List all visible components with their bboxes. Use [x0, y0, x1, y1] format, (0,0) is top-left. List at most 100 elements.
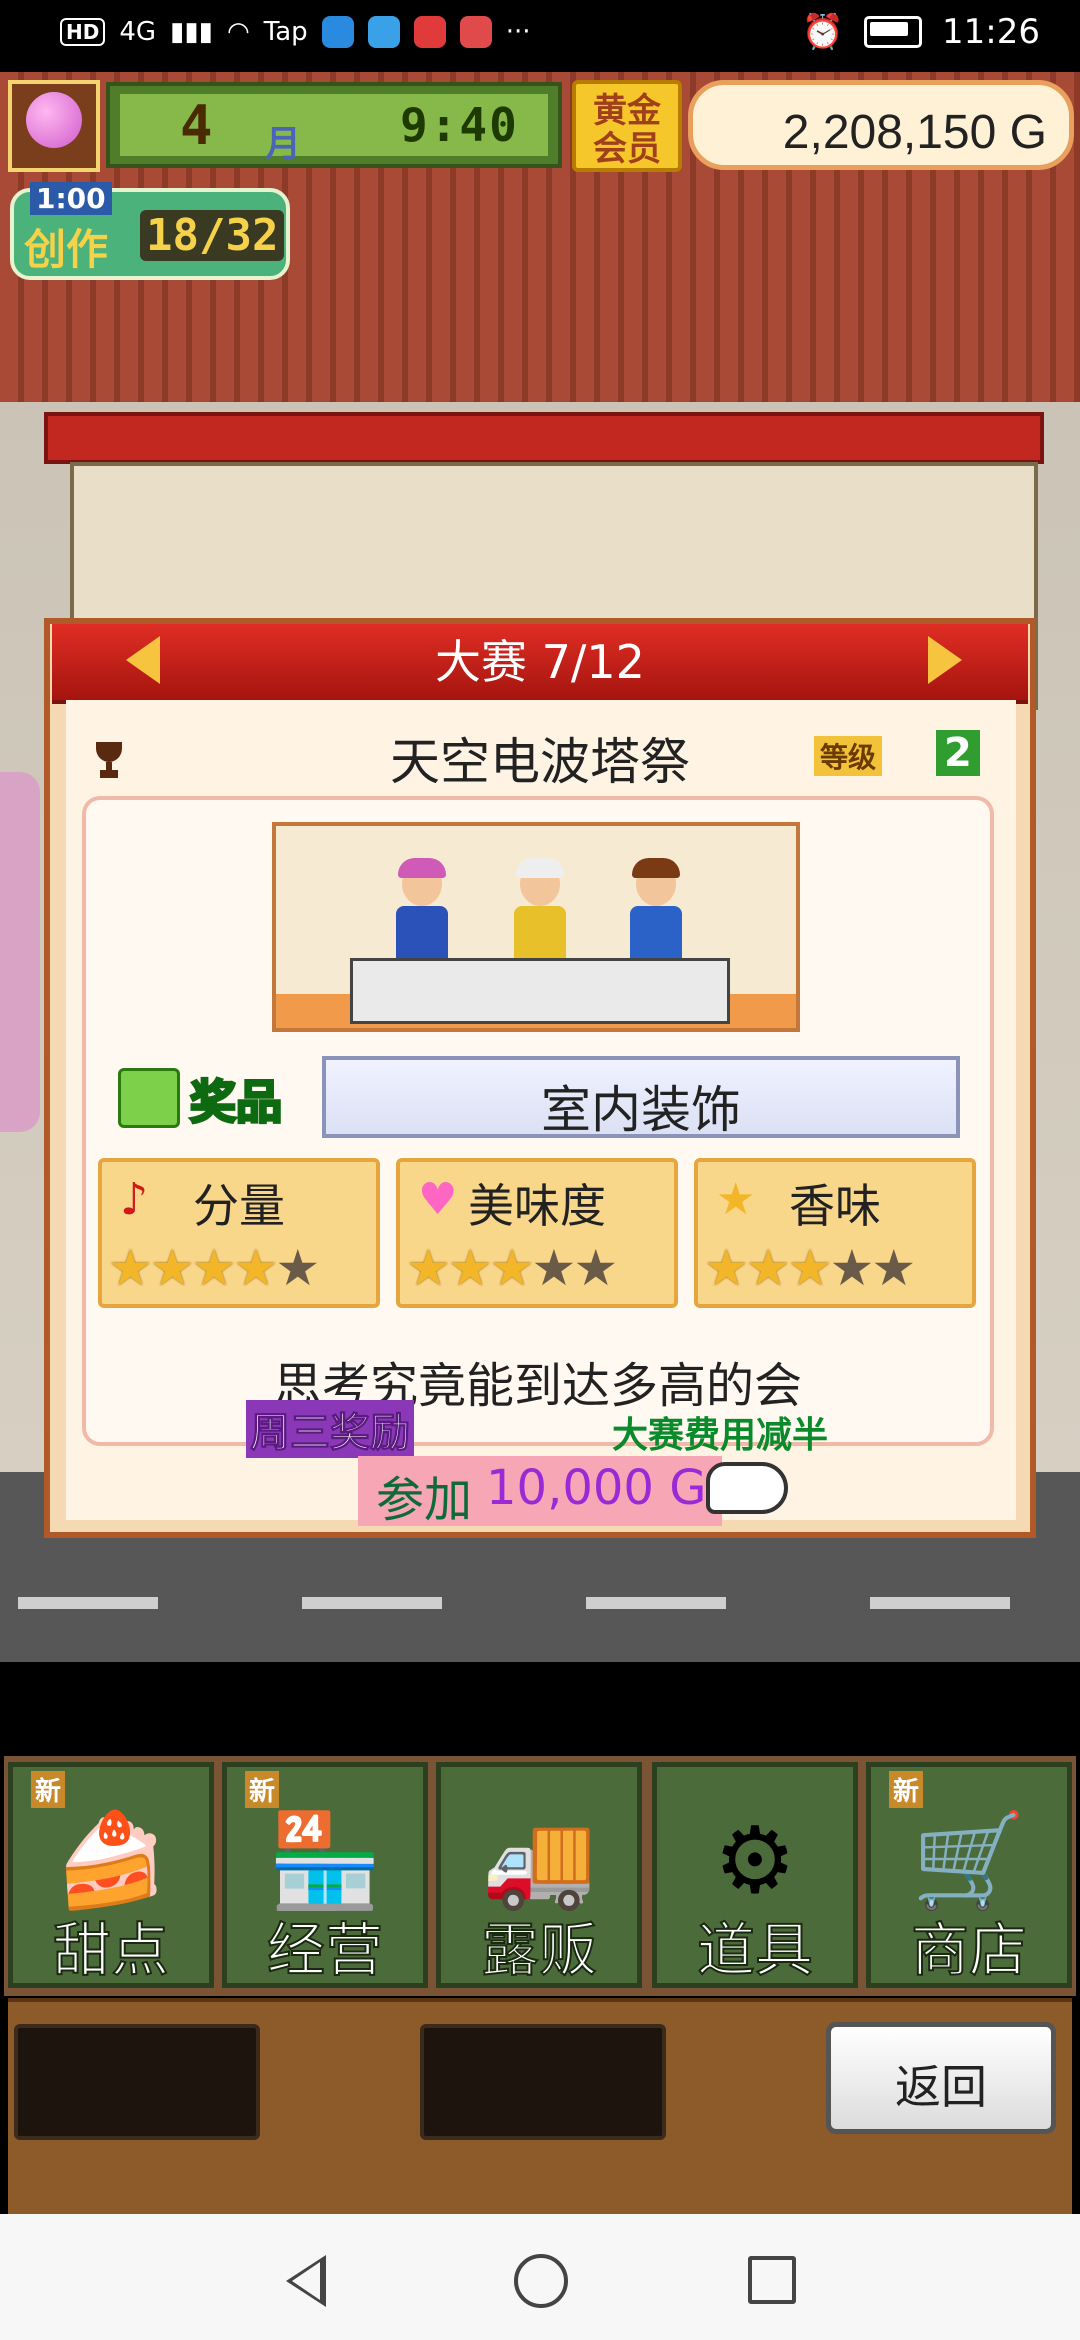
join-fee[interactable]: 10,000 G — [486, 1460, 706, 1516]
network-indicator: 4G — [119, 17, 157, 47]
stat-taste: ♥ 美味度 ★★★★★ — [396, 1158, 678, 1308]
prize-label: 奖品 — [189, 1074, 284, 1131]
judge-boy — [626, 858, 686, 962]
star-empty-icon: ★ — [871, 1239, 916, 1297]
more-notifications: ··· — [505, 17, 531, 47]
empty-slot — [14, 2024, 260, 2140]
month-number: 4 — [180, 94, 213, 157]
wifi-icon: ◠ — [226, 17, 250, 47]
star-empty-icon: ★ — [531, 1239, 576, 1297]
road-marking — [302, 1597, 442, 1609]
star-empty-icon: ★ — [573, 1239, 618, 1297]
previous-contest-arrow-icon[interactable] — [126, 636, 160, 684]
shop-awning — [44, 412, 1044, 464]
star-filled-icon: ★ — [406, 1239, 451, 1297]
star-filled-icon: ★ — [149, 1239, 195, 1297]
judge-girl — [392, 858, 452, 962]
menu-label: 商店 — [910, 1915, 1028, 1985]
storefront-icon: 🏪 — [267, 1807, 383, 1914]
road-marking — [18, 1597, 158, 1609]
gold-member-badge[interactable]: 黄金 会员 — [572, 80, 682, 172]
prize-value: 室内装饰 — [541, 1081, 741, 1139]
back-label: 返回 — [895, 2060, 987, 2114]
game-clock: 9:40 — [400, 98, 519, 152]
road-marking — [870, 1597, 1010, 1609]
status-time: 11:26 — [942, 12, 1040, 52]
hd-indicator: HD — [60, 18, 106, 46]
star-filled-icon: ★ — [191, 1239, 237, 1297]
menu-label: 露贩 — [480, 1915, 598, 1985]
huawei-icon — [459, 16, 492, 48]
battery-icon — [864, 16, 923, 48]
menu-shop-button[interactable]: 新 🛒 商店 — [866, 1762, 1072, 1988]
create-label: 创作 — [24, 225, 109, 274]
menu-stall-button[interactable]: 🚚 露贩 — [436, 1762, 642, 1988]
menu-items-button[interactable]: ⚙ 道具 — [652, 1762, 858, 1988]
judge-table — [350, 958, 730, 1024]
new-badge: 新 — [889, 1771, 924, 1808]
back-button[interactable]: 返回 — [826, 2022, 1056, 2134]
star-empty-icon: ★ — [275, 1239, 320, 1297]
app-notification-icon — [321, 16, 354, 48]
nav-back-icon[interactable] — [286, 2255, 326, 2307]
month-label: 月 — [265, 124, 302, 165]
money-display: 2,208,150 G — [688, 80, 1074, 170]
judges-preview-image — [272, 822, 800, 1032]
contest-description: 思考究竟能到达多高的会 — [273, 1358, 802, 1414]
star-filled-icon: ★ — [787, 1239, 833, 1297]
menu-manage-button[interactable]: 新 🏪 经营 — [222, 1762, 428, 1988]
wps-icon — [413, 16, 446, 48]
star-filled-icon: ★ — [108, 1239, 153, 1297]
menu-label: 道具 — [696, 1915, 814, 1985]
join-label[interactable]: 参加 — [376, 1460, 472, 1530]
star-empty-icon: ★ — [829, 1239, 874, 1297]
menu-label: 经营 — [266, 1915, 384, 1985]
road-marking — [586, 1597, 726, 1609]
menu-label: 甜点 — [52, 1915, 170, 1985]
star-filled-icon: ★ — [704, 1239, 749, 1297]
cake-icon: 🍰 — [53, 1807, 169, 1914]
gift-icon — [118, 1068, 180, 1128]
rating-stars: ★★★★★ — [406, 1242, 676, 1294]
next-contest-arrow-icon[interactable] — [928, 636, 962, 684]
shopping-cart-icon: 🛒 — [911, 1807, 1027, 1914]
star-filled-icon: ★ — [447, 1239, 493, 1297]
new-badge: 新 — [245, 1771, 280, 1808]
status-bar: HD 4G ▮▮▮ ◠ Tap ··· ⏰ 11:26 — [0, 0, 1080, 72]
gold-member-line1: 黄金 — [593, 91, 661, 131]
menu-dessert-button[interactable]: 新 🍰 甜点 — [8, 1762, 214, 1988]
cherry-tree — [0, 772, 40, 1132]
cotton-candy-tree-icon — [26, 92, 82, 148]
nav-home-icon[interactable] — [514, 2254, 568, 2308]
telegram-icon — [367, 16, 400, 48]
alarm-icon: ⏰ — [801, 12, 845, 52]
new-badge: 新 — [31, 1771, 66, 1808]
stat-label: 香味 — [789, 1179, 881, 1233]
money-value: 2,208,150 G — [782, 106, 1047, 159]
rating-stars: ★★★★★ — [704, 1242, 974, 1294]
gear-bag-icon: ⚙ — [713, 1807, 797, 1914]
star-filled-icon: ★ — [489, 1239, 535, 1297]
empty-slot — [420, 2024, 666, 2140]
food-truck-icon: 🚚 — [481, 1807, 597, 1914]
tap-label: Tap — [263, 17, 308, 47]
signal-icon: ▮▮▮ — [170, 17, 213, 47]
star-filled-icon: ★ — [233, 1239, 278, 1297]
shop-avatar[interactable] — [8, 80, 100, 172]
fee-half-label: 大赛费用减半 — [612, 1415, 829, 1456]
star-filled-icon: ★ — [745, 1239, 791, 1297]
rating-stars: ★★★★★ — [108, 1242, 378, 1294]
judge-old-man — [510, 858, 570, 962]
nav-recent-icon[interactable] — [748, 2256, 796, 2304]
grade-label: 等级 — [814, 736, 883, 776]
trophy-icon — [96, 742, 122, 778]
stat-label: 分量 — [193, 1179, 285, 1233]
weekday-bonus-label: 周三奖励 — [246, 1400, 414, 1458]
create-timer: 1:00 — [30, 182, 112, 215]
grade-value: 2 — [936, 730, 980, 776]
stat-aroma: ★ 香味 ★★★★★ — [694, 1158, 976, 1308]
pointing-hand-icon — [706, 1462, 788, 1514]
event-name: 天空电波塔祭 — [390, 733, 690, 791]
stat-label: 美味度 — [468, 1179, 606, 1233]
stat-volume: ♪ 分量 ★★★★★ — [98, 1158, 380, 1308]
